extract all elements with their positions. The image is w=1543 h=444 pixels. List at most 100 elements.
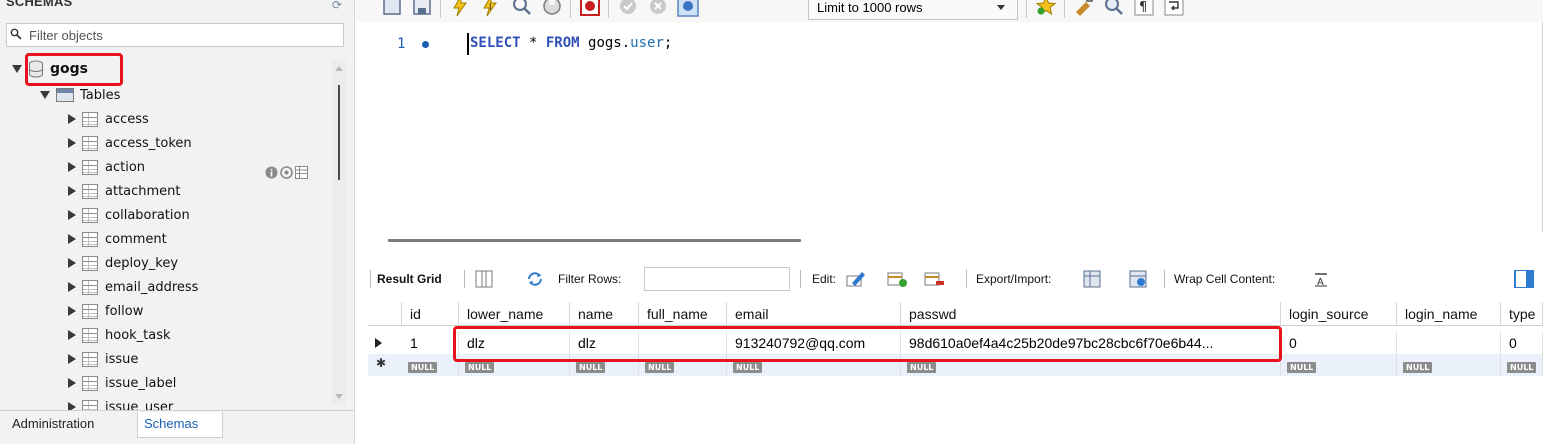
result-grid-tab[interactable]: Result Grid — [377, 264, 442, 294]
table-item[interactable]: access_token — [68, 132, 192, 154]
stop-icon[interactable] — [540, 0, 564, 18]
tab-schemas[interactable]: Schemas — [137, 412, 223, 438]
table-item[interactable]: access — [68, 108, 149, 130]
cell-lower-name[interactable]: dlz — [459, 332, 570, 354]
table-item[interactable]: comment — [68, 228, 167, 250]
export-icon[interactable] — [1082, 270, 1102, 288]
column-header-name[interactable]: name — [570, 302, 639, 326]
sql-editor[interactable]: 1 SELECT * FROM gogs.user; — [356, 22, 1543, 232]
cell-type[interactable]: 0 — [1501, 332, 1543, 354]
table-item[interactable]: email_address — [68, 276, 198, 298]
tab-administration[interactable]: Administration — [6, 412, 100, 438]
cell-login-name[interactable]: NULL — [1397, 354, 1501, 376]
filter-rows-input[interactable] — [644, 267, 790, 291]
tables-node[interactable]: Tables — [40, 84, 120, 106]
table-item[interactable]: collaboration — [68, 204, 190, 226]
cell-type[interactable]: NULL — [1501, 354, 1543, 376]
explain-icon[interactable] — [510, 0, 534, 18]
save-icon[interactable] — [410, 0, 434, 18]
execute-current-icon[interactable]: I — [478, 0, 502, 18]
table-item[interactable]: issue_label — [68, 372, 176, 394]
collapse-arrow-icon[interactable] — [68, 306, 76, 316]
form-editor-icon[interactable] — [1514, 270, 1534, 288]
insert-row-icon[interactable] — [887, 270, 907, 288]
refresh-icon[interactable]: ⟳ — [332, 0, 342, 12]
collapse-arrow-icon[interactable] — [68, 138, 76, 148]
table-item[interactable]: follow — [68, 300, 143, 322]
edit-row-icon[interactable] — [846, 270, 866, 288]
column-header-email[interactable]: email — [727, 302, 901, 326]
table-row[interactable]: 1 dlz dlz 913240792@qq.com 98d610a0ef4a4… — [368, 332, 1543, 354]
cell-email[interactable]: NULL — [727, 354, 901, 376]
collapse-arrow-icon[interactable] — [68, 114, 76, 124]
column-header-login-source[interactable]: login_source — [1281, 302, 1397, 326]
collapse-arrow-icon[interactable] — [68, 258, 76, 268]
column-header-full-name[interactable]: full_name — [639, 302, 727, 326]
row-action-icons — [265, 166, 308, 179]
filter-box — [6, 23, 344, 47]
cell-login-name[interactable] — [1397, 332, 1501, 354]
toggle-autocommit-icon[interactable] — [578, 0, 602, 18]
scroll-down-arrow-icon[interactable] — [335, 394, 343, 399]
toggle-stop-on-error-icon[interactable] — [676, 0, 700, 18]
grid-view-icon[interactable] — [474, 270, 494, 288]
cell-lower-name[interactable]: NULL — [459, 354, 570, 376]
collapse-arrow-icon[interactable] — [68, 354, 76, 364]
scroll-up-arrow-icon[interactable] — [335, 66, 343, 71]
cell-name[interactable]: NULL — [570, 354, 639, 376]
schema-gogs[interactable]: gogs — [12, 58, 88, 80]
column-header-login-name[interactable]: login_name — [1397, 302, 1501, 326]
cell-login-source[interactable]: NULL — [1281, 354, 1397, 376]
wrench-icon[interactable] — [280, 166, 293, 179]
limit-rows-select[interactable]: Limit to 1000 rows — [808, 0, 1018, 20]
table-data-icon[interactable] — [295, 166, 308, 179]
cell-id[interactable]: NULL — [402, 354, 459, 376]
find-icon[interactable] — [1102, 0, 1126, 18]
cell-name[interactable]: dlz — [570, 332, 639, 354]
cell-id[interactable]: 1 — [402, 332, 459, 354]
table-item[interactable]: action — [68, 156, 145, 178]
column-header-type[interactable]: type — [1501, 302, 1543, 326]
collapse-arrow-icon[interactable] — [68, 186, 76, 196]
table-item[interactable]: issue — [68, 348, 138, 370]
cell-login-source[interactable]: 0 — [1281, 332, 1397, 354]
invisible-chars-icon[interactable]: ¶ — [1132, 0, 1156, 18]
tree-scrollbar[interactable] — [332, 60, 346, 405]
open-file-icon[interactable] — [380, 0, 404, 18]
new-row[interactable]: ✱ NULL NULL NULL NULL NULL NULL NULL NUL… — [368, 354, 1543, 376]
column-header-passwd[interactable]: passwd — [901, 302, 1281, 326]
column-header-lower-name[interactable]: lower_name — [459, 302, 570, 326]
info-icon[interactable] — [265, 166, 278, 179]
sql-statement[interactable]: SELECT * FROM gogs.user; — [470, 35, 672, 51]
expand-arrow-icon[interactable] — [40, 91, 50, 99]
column-header-id[interactable]: id — [402, 302, 459, 326]
collapse-arrow-icon[interactable] — [68, 330, 76, 340]
delete-row-icon[interactable] — [924, 270, 944, 288]
collapse-arrow-icon[interactable] — [68, 378, 76, 388]
cell-full-name[interactable] — [639, 332, 727, 354]
cell-full-name[interactable]: NULL — [639, 354, 727, 376]
scroll-thumb[interactable] — [338, 85, 340, 180]
collapse-arrow-icon[interactable] — [68, 210, 76, 220]
commit-icon[interactable] — [616, 0, 640, 18]
add-snippet-icon[interactable] — [1034, 0, 1058, 18]
filter-objects-input[interactable] — [29, 26, 329, 44]
table-item[interactable]: attachment — [68, 180, 181, 202]
import-icon[interactable] — [1128, 270, 1148, 288]
expand-arrow-icon[interactable] — [12, 65, 22, 73]
collapse-arrow-icon[interactable] — [68, 162, 76, 172]
cell-email[interactable]: 913240792@qq.com — [727, 332, 901, 354]
table-item[interactable]: deploy_key — [68, 252, 178, 274]
collapse-arrow-icon[interactable] — [68, 282, 76, 292]
execute-icon[interactable] — [448, 0, 472, 18]
collapse-arrow-icon[interactable] — [68, 234, 76, 244]
wrap-cell-icon[interactable]: A — [1312, 270, 1332, 288]
word-wrap-icon[interactable] — [1162, 0, 1186, 18]
rollback-icon[interactable] — [646, 0, 670, 18]
table-item[interactable]: hook_task — [68, 324, 171, 346]
beautify-icon[interactable] — [1072, 0, 1096, 18]
panel-splitter[interactable] — [388, 239, 801, 242]
refresh-icon[interactable] — [525, 270, 545, 288]
cell-passwd[interactable]: NULL — [901, 354, 1281, 376]
cell-passwd[interactable]: 98d610a0ef4a4c25b20de97bc28cbc6f70e6b44.… — [901, 332, 1281, 354]
